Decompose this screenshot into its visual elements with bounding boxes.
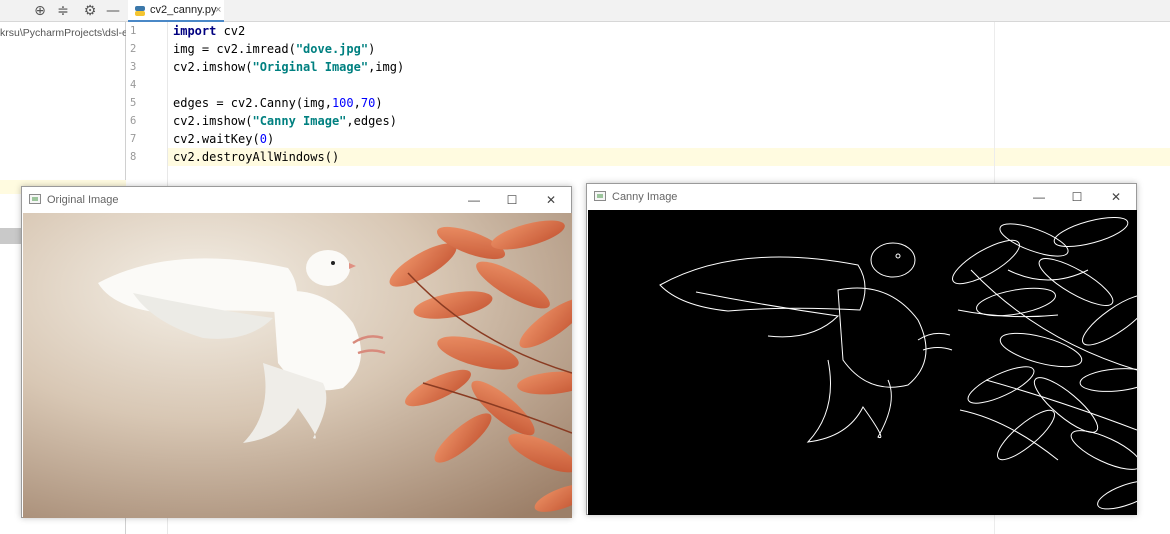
canny-image [588,210,1137,515]
minimize-button[interactable]: — [459,187,489,213]
collapse-icon[interactable]: ≑ [55,3,71,19]
maximize-button[interactable]: ☐ [1062,184,1092,210]
minimize-icon[interactable]: — [105,3,121,19]
code-text: ) [375,96,383,110]
editor-tab-bar: cv2_canny.py × [126,0,1170,22]
string-literal: "Original Image" [252,60,369,74]
line-number: 1 [130,25,137,37]
dove-photo [23,213,572,518]
string-literal: "Canny Image" [252,114,347,128]
code-text: , [353,96,361,110]
window-title-bar[interactable]: Original Image — ☐ ✕ [22,187,571,213]
original-image-window[interactable]: Original Image — ☐ ✕ [21,186,572,518]
gear-icon[interactable]: ⚙ [82,3,98,19]
code-line[interactable]: cv2.destroyAllWindows() [173,148,339,166]
maximize-button[interactable]: ☐ [497,187,527,213]
window-title-bar[interactable]: Canny Image — ☐ ✕ [587,184,1136,210]
code-text: ,edges) [346,114,397,128]
tab-close-icon[interactable]: × [215,0,221,21]
close-button[interactable]: ✕ [1101,184,1131,210]
code-text: cv2.waitKey( [173,132,260,146]
number-literal: 100 [331,96,354,110]
number-literal: 70 [360,96,376,110]
code-line[interactable]: cv2.imshow("Original Image",img) [173,58,404,76]
code-text: cv2.imshow( [173,114,253,128]
line-number: 4 [130,79,137,91]
window-title: Canny Image [612,191,678,203]
crosshair-icon[interactable]: ⊕ [32,3,48,19]
string-literal: "dove.jpg" [295,42,369,56]
line-number: 5 [130,97,137,109]
code-line[interactable]: import cv2 [173,22,245,40]
code-line[interactable]: cv2.waitKey(0) [173,130,274,148]
code-text: cv2.imshow( [173,60,253,74]
pycharm-ide: ⊕ ≑ ⚙ — krsu\PycharmProjects\dsl-e cv2_c… [0,0,1170,534]
window-app-icon [594,191,606,201]
horizontal-scrollbar[interactable] [0,228,22,244]
canny-image-window[interactable]: Canny Image — ☐ ✕ [586,183,1137,515]
original-image [23,213,572,518]
edge-map [588,210,1137,515]
number-literal: 0 [259,132,267,146]
line-number: 6 [130,115,137,127]
line-number: 8 [130,151,137,163]
python-file-icon [135,6,145,16]
code-text: edges = cv2.Canny(img, [173,96,332,110]
code-line[interactable]: edges = cv2.Canny(img,100,70) [173,94,383,112]
line-number: 2 [130,43,137,55]
code-text: ) [368,42,376,56]
close-button[interactable]: ✕ [536,187,566,213]
project-toolbar: ⊕ ≑ ⚙ — [0,0,126,22]
window-title: Original Image [47,194,119,206]
code-text: ) [266,132,275,146]
code-text: ,img) [368,60,405,74]
line-number: 7 [130,133,137,145]
tab-label: cv2_canny.py [150,4,217,16]
code-text: cv2.destroyAllWindows() [173,150,340,164]
code-line[interactable]: img = cv2.imread("dove.jpg") [173,40,375,58]
minimize-button[interactable]: — [1024,184,1054,210]
tab-cv2-canny[interactable]: cv2_canny.py × [128,0,224,22]
code-line[interactable]: cv2.imshow("Canny Image",edges) [173,112,397,130]
line-number: 3 [130,61,137,73]
window-app-icon [29,194,41,204]
code-text: cv2 [216,24,246,38]
project-path[interactable]: krsu\PycharmProjects\dsl-e [0,24,126,42]
code-text: img = cv2.imread( [173,42,296,56]
keyword-import: import [173,24,217,38]
